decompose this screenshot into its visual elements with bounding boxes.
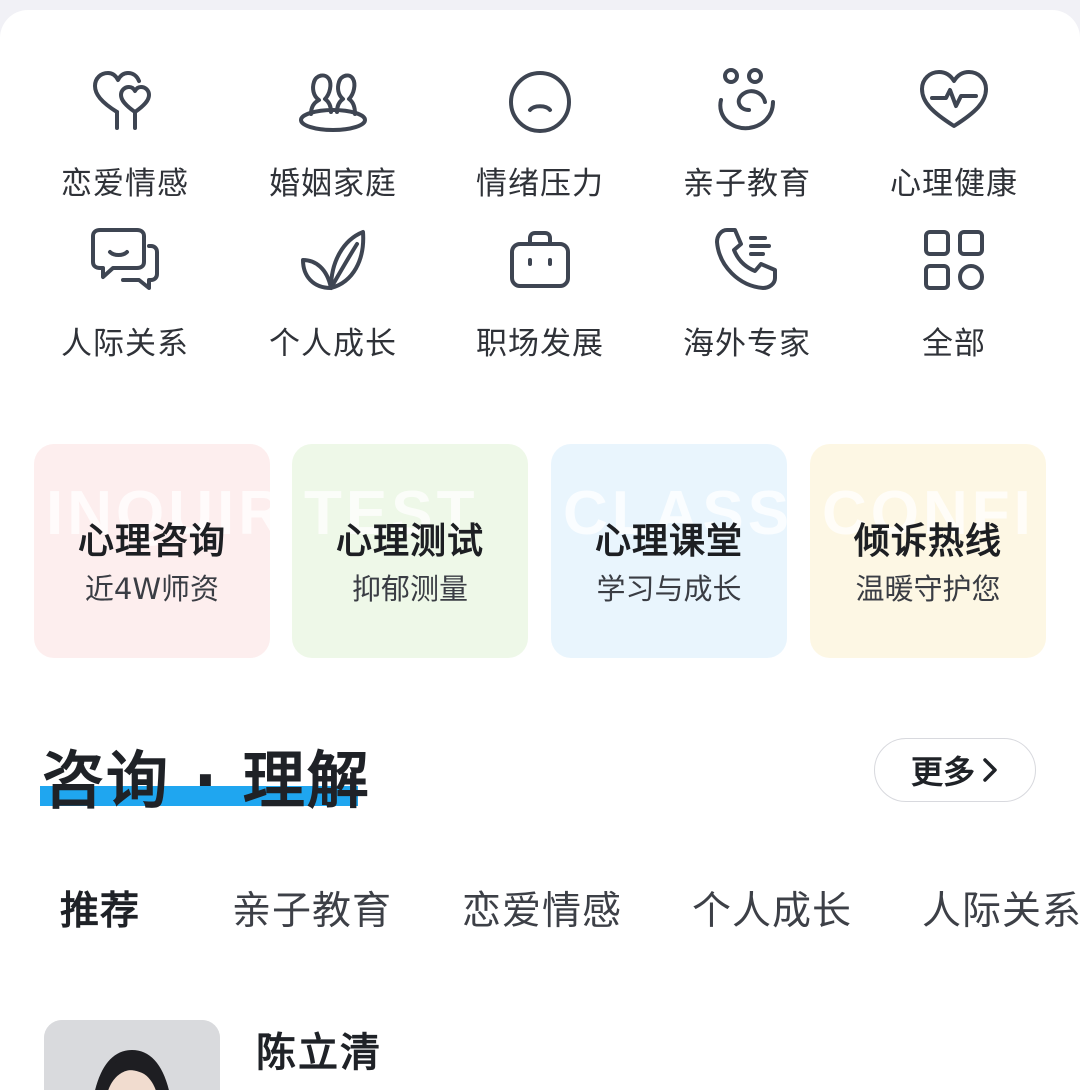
briefcase-icon — [502, 222, 578, 298]
category-marriage[interactable]: 婚姻家庭 — [233, 10, 433, 202]
service-card-hotline[interactable]: CONFI 倾诉热线 温暖守护您 — [810, 444, 1046, 658]
category-all[interactable]: 全部 — [854, 170, 1054, 362]
parent-child-icon — [709, 62, 785, 138]
sprout-leaves-icon — [295, 222, 371, 298]
tab-recommend[interactable]: 推荐 — [60, 880, 140, 936]
card-subtitle: 抑郁测量 — [351, 572, 468, 606]
card-title: 心理测试 — [335, 521, 484, 562]
category-parenting[interactable]: 亲子教育 — [647, 10, 847, 202]
category-growth[interactable]: 个人成长 — [233, 170, 433, 362]
category-relationships[interactable]: 人际关系 — [25, 170, 225, 362]
service-card-test[interactable]: TEST 心理测试 抑郁测量 — [292, 444, 528, 658]
card-title: 心理课堂 — [594, 521, 743, 562]
more-button-label: 更多 — [910, 753, 975, 791]
tab-love[interactable]: 恋爱情感 — [462, 880, 622, 936]
category-label: 职场发展 — [476, 326, 604, 362]
card-subtitle: 温暖守护您 — [855, 572, 1001, 606]
category-emotion[interactable]: 情绪压力 — [440, 10, 640, 202]
chat-bubbles-icon — [87, 222, 163, 298]
chevron-right-icon — [983, 758, 997, 782]
tab-relationships[interactable]: 人际关系 — [922, 880, 1080, 936]
service-card-consult[interactable]: INQUIRY 心理咨询 近4W师资 — [34, 444, 270, 658]
grid-all-icon — [916, 222, 992, 298]
section-title: 咨询 · 理解 — [42, 744, 371, 817]
expert-name: 陈立清 — [256, 1030, 382, 1076]
card-subtitle: 近4W师资 — [84, 572, 220, 606]
sad-face-icon — [502, 62, 578, 138]
tab-growth[interactable]: 个人成长 — [692, 880, 852, 936]
hearts-balloon-icon — [87, 62, 163, 138]
category-label: 全部 — [922, 326, 986, 362]
card-title: 心理咨询 — [77, 521, 226, 562]
more-button[interactable]: 更多 — [874, 738, 1036, 802]
heartbeat-icon — [916, 62, 992, 138]
category-label: 海外专家 — [683, 326, 811, 362]
service-card-class[interactable]: CLASS 心理课堂 学习与成长 — [551, 444, 787, 658]
couple-icon — [295, 62, 371, 138]
category-label: 个人成长 — [269, 326, 397, 362]
category-label: 人际关系 — [61, 326, 189, 362]
category-overseas[interactable]: 海外专家 — [647, 170, 847, 362]
phone-call-icon — [709, 222, 785, 298]
category-career[interactable]: 职场发展 — [440, 170, 640, 362]
category-love[interactable]: 恋爱情感 — [25, 10, 225, 202]
card-subtitle: 学习与成长 — [596, 572, 742, 606]
card-title: 倾诉热线 — [853, 521, 1002, 562]
category-mental-health[interactable]: 心理健康 — [854, 10, 1054, 202]
tab-parenting[interactable]: 亲子教育 — [232, 880, 392, 936]
topic-tabs: 推荐 亲子教育 恋爱情感 个人成长 人际关系 — [0, 880, 1080, 940]
main-sheet: 恋爱情感 婚姻家庭 情绪压力 亲子教育 心理健康 人际关系 个人成长 职场发展 … — [0, 10, 1080, 1090]
